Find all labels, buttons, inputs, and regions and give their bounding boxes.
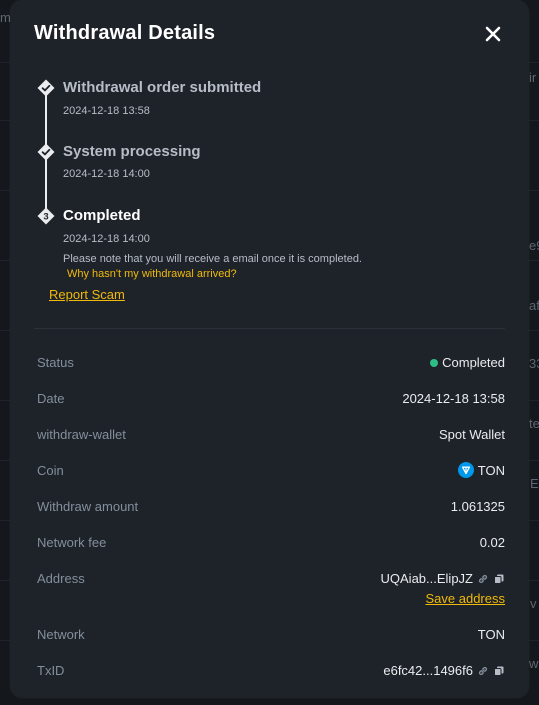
step-title: Completed xyxy=(63,207,141,224)
background-text: E xyxy=(530,476,539,491)
why-not-arrived-link[interactable]: Why hasn't my withdrawal arrived? xyxy=(67,268,237,280)
wallet-value: Spot Wallet xyxy=(439,427,505,442)
ton-coin-icon xyxy=(457,462,474,478)
step-number: 3 xyxy=(43,211,48,222)
coin-label: Coin xyxy=(37,463,64,478)
network-value: TON xyxy=(477,627,505,642)
check-icon xyxy=(37,79,55,97)
coin-name: TON xyxy=(477,462,505,478)
status-label: Status xyxy=(37,355,74,370)
background-text: ir xyxy=(529,70,537,85)
background-text: 33 xyxy=(529,356,539,371)
step-time: 2024-12-18 13:58 xyxy=(63,105,150,117)
background-text: afo xyxy=(529,298,539,313)
save-address-link[interactable]: Save address xyxy=(426,591,506,606)
step-title: Withdrawal order submitted xyxy=(63,79,262,96)
step-time: 2024-12-18 14:00 xyxy=(63,233,150,245)
step-time: 2024-12-18 14:00 xyxy=(63,168,150,180)
copy-icon[interactable] xyxy=(493,573,505,585)
wallet-label: withdraw-wallet xyxy=(37,427,126,442)
external-link-icon[interactable] xyxy=(477,665,489,677)
status-dot-icon xyxy=(430,358,439,367)
close-icon[interactable] xyxy=(481,22,505,46)
fee-label: Network fee xyxy=(37,535,107,550)
copy-icon[interactable] xyxy=(493,665,505,677)
withdrawal-details-modal: Withdrawal Details Withdrawal order subm… xyxy=(10,0,529,698)
background-text: w xyxy=(529,656,539,671)
coin-value: TON xyxy=(457,462,505,478)
status-badge: Completed xyxy=(430,355,505,370)
txid-value: e6fc42...1496f6 xyxy=(383,663,505,678)
background-text: v xyxy=(530,596,537,611)
txid-label: TxID xyxy=(37,663,65,678)
report-scam-link[interactable]: Report Scam xyxy=(49,287,125,302)
address-text: UQAiab...ElipJZ xyxy=(380,571,473,586)
network-label: Network xyxy=(37,627,85,642)
address-value: UQAiab...ElipJZ xyxy=(381,571,505,586)
background-text: e9 xyxy=(529,238,539,253)
check-icon xyxy=(37,143,55,161)
address-label: Address xyxy=(37,571,85,586)
modal-title: Withdrawal Details xyxy=(34,22,216,44)
date-value: 2024-12-18 13:58 xyxy=(402,391,505,406)
status-value: Completed xyxy=(442,355,505,370)
completion-note: Please note that you will receive a emai… xyxy=(63,253,362,265)
fee-value: 0.02 xyxy=(479,535,505,550)
background-text: te xyxy=(529,416,539,431)
date-label: Date xyxy=(37,391,65,406)
step-number-icon: 3 xyxy=(37,207,55,225)
txid-text: e6fc42...1496f6 xyxy=(383,663,473,678)
section-divider xyxy=(34,328,505,329)
amount-value: 1.061325 xyxy=(450,499,505,514)
step-title: System processing xyxy=(63,143,201,160)
amount-label: Withdraw amount xyxy=(37,499,139,514)
external-link-icon[interactable] xyxy=(477,573,489,585)
